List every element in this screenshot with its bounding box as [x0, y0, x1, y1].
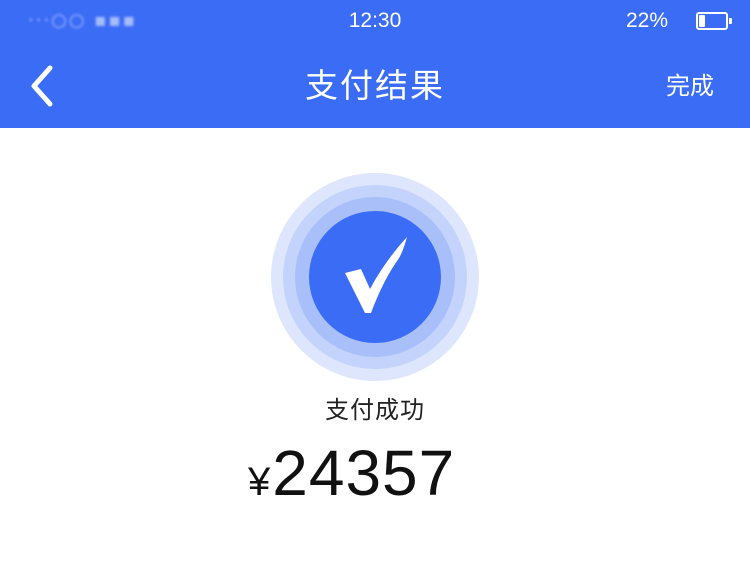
payment-amount: ¥ 24357 [248, 436, 455, 516]
amount-value: 24357 [272, 437, 456, 509]
page-title: 支付结果 [305, 66, 445, 105]
payment-result: 支付成功 ¥ 24357 [0, 128, 750, 566]
battery-icon [696, 12, 732, 30]
nav-bar: 支付结果 完成 [0, 44, 750, 128]
status-bar: ···○○ ▪▪▪ 12:30 22% [0, 0, 750, 44]
battery-percent: 22% [625, 9, 668, 32]
check-circle-icon [271, 173, 479, 381]
done-button[interactable]: 完成 [666, 68, 714, 104]
currency-symbol: ¥ [248, 460, 271, 504]
app-header: ···○○ ▪▪▪ 12:30 22% 支付结果 完成 [0, 0, 750, 128]
payment-status-text: 支付成功 [325, 396, 425, 424]
